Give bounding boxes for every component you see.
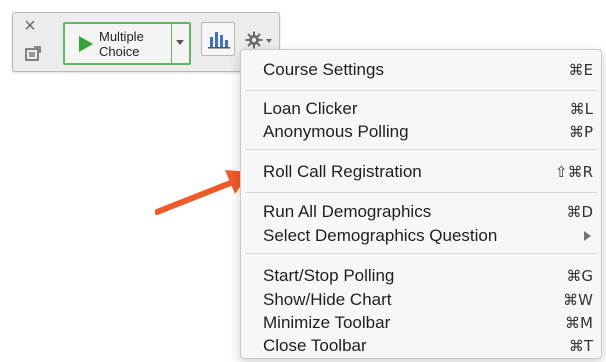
start-button-label: Multiple Choice <box>99 29 144 59</box>
menu-item-start-stop-polling[interactable]: Start/Stop Polling ⌘G <box>263 264 593 288</box>
start-multiple-choice-button[interactable]: Multiple Choice <box>63 22 191 65</box>
close-icon[interactable]: × <box>21 16 39 36</box>
menu-item-course-settings[interactable]: Course Settings ⌘E <box>263 58 593 82</box>
menu-separator <box>245 149 597 150</box>
menu-item-roll-call-registration[interactable]: Roll Call Registration ⇧⌘R <box>263 160 593 184</box>
menu-separator <box>245 192 597 193</box>
menu-item-anonymous-polling[interactable]: Anonymous Polling ⌘P <box>263 120 593 144</box>
settings-chevron-down-icon[interactable] <box>266 39 272 43</box>
menu-item-show-hide-chart[interactable]: Show/Hide Chart ⌘W <box>263 288 593 312</box>
menu-item-loan-clicker[interactable]: Loan Clicker ⌘L <box>263 97 593 121</box>
play-icon <box>79 36 93 52</box>
menu-separator <box>245 90 597 91</box>
settings-dropdown-menu: Course Settings ⌘E Loan Clicker ⌘L Anony… <box>240 49 602 359</box>
menu-item-close-toolbar[interactable]: Close Toolbar ⌘T <box>263 334 593 358</box>
gear-icon[interactable] <box>245 31 263 49</box>
menu-item-select-demographics-question[interactable]: Select Demographics Question <box>263 224 593 248</box>
menu-separator <box>245 253 597 254</box>
bar-chart-icon <box>208 32 230 49</box>
chevron-down-icon[interactable] <box>176 40 184 45</box>
menu-item-minimize-toolbar[interactable]: Minimize Toolbar ⌘M <box>263 311 593 335</box>
show-chart-button[interactable] <box>201 22 235 56</box>
menu-item-run-all-demographics[interactable]: Run All Demographics ⌘D <box>263 200 593 224</box>
button-divider <box>171 24 172 63</box>
chevron-right-icon <box>584 231 591 241</box>
screen-share-icon[interactable] <box>24 45 42 63</box>
